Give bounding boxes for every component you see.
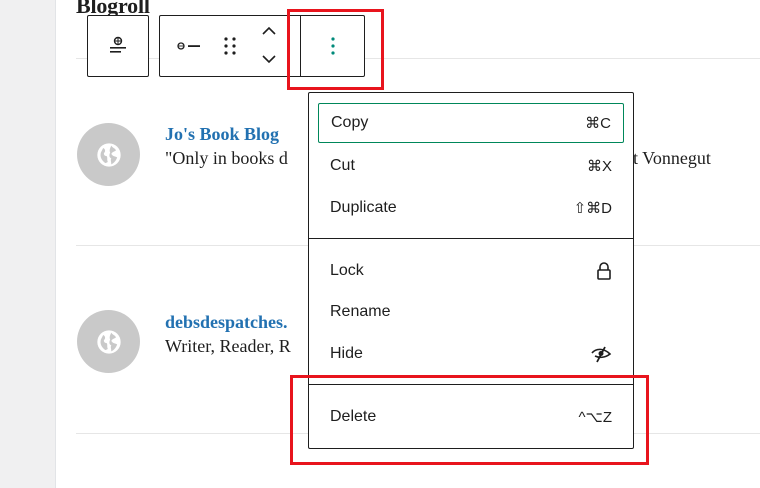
blog-title-link[interactable]: Jo's Book Blog xyxy=(165,124,279,145)
menu-item-cut[interactable]: Cut ⌘X xyxy=(318,146,624,186)
chevron-up-icon xyxy=(262,26,276,35)
globe-with-lines-icon xyxy=(110,36,126,53)
blog-description: "Only in books d xyxy=(165,148,288,168)
menu-item-duplicate[interactable]: Duplicate ⇧⌘D xyxy=(318,188,624,228)
blog-description: t Vonnegut xyxy=(633,148,711,168)
menu-item-shortcut: ⇧⌘D xyxy=(573,200,612,217)
globe-with-lines-icon xyxy=(177,42,200,50)
menu-item-hide[interactable]: Hide xyxy=(318,334,624,374)
menu-item-label: Copy xyxy=(331,114,369,131)
menu-item-shortcut: ⌘X xyxy=(586,158,612,175)
move-down-button[interactable] xyxy=(254,44,284,74)
annotation-box xyxy=(290,375,649,465)
menu-item-shortcut: ⌘C xyxy=(585,115,611,132)
menu-item-label: Hide xyxy=(330,345,363,362)
menu-item-lock[interactable]: Lock xyxy=(318,251,624,291)
block-transform-button[interactable] xyxy=(88,16,148,76)
block-toolbar-transform-group xyxy=(87,15,149,77)
chevron-down-icon xyxy=(262,55,276,64)
drag-handle[interactable] xyxy=(216,16,244,76)
globe-icon xyxy=(96,142,121,167)
menu-item-label: Cut xyxy=(330,157,355,174)
drag-handle-icon xyxy=(224,37,236,55)
menu-item-rename[interactable]: Rename xyxy=(318,292,624,332)
move-up-button[interactable] xyxy=(254,16,284,46)
editor-sidebar-gutter xyxy=(0,0,56,488)
blog-avatar xyxy=(77,310,140,373)
hidden-eye-icon xyxy=(591,346,612,363)
menu-item-label: Duplicate xyxy=(330,199,397,216)
globe-icon xyxy=(96,329,121,354)
blog-description: Writer, Reader, R xyxy=(165,336,291,356)
lock-icon xyxy=(597,262,611,280)
menu-divider xyxy=(309,238,633,239)
menu-item-copy[interactable]: Copy ⌘C xyxy=(318,103,624,143)
block-type-button[interactable] xyxy=(170,16,210,76)
menu-item-label: Rename xyxy=(330,303,391,320)
annotation-box xyxy=(287,9,384,90)
blog-avatar xyxy=(77,123,140,186)
blog-title-link[interactable]: debsdespatches. xyxy=(165,312,288,333)
menu-item-label: Lock xyxy=(330,262,364,279)
